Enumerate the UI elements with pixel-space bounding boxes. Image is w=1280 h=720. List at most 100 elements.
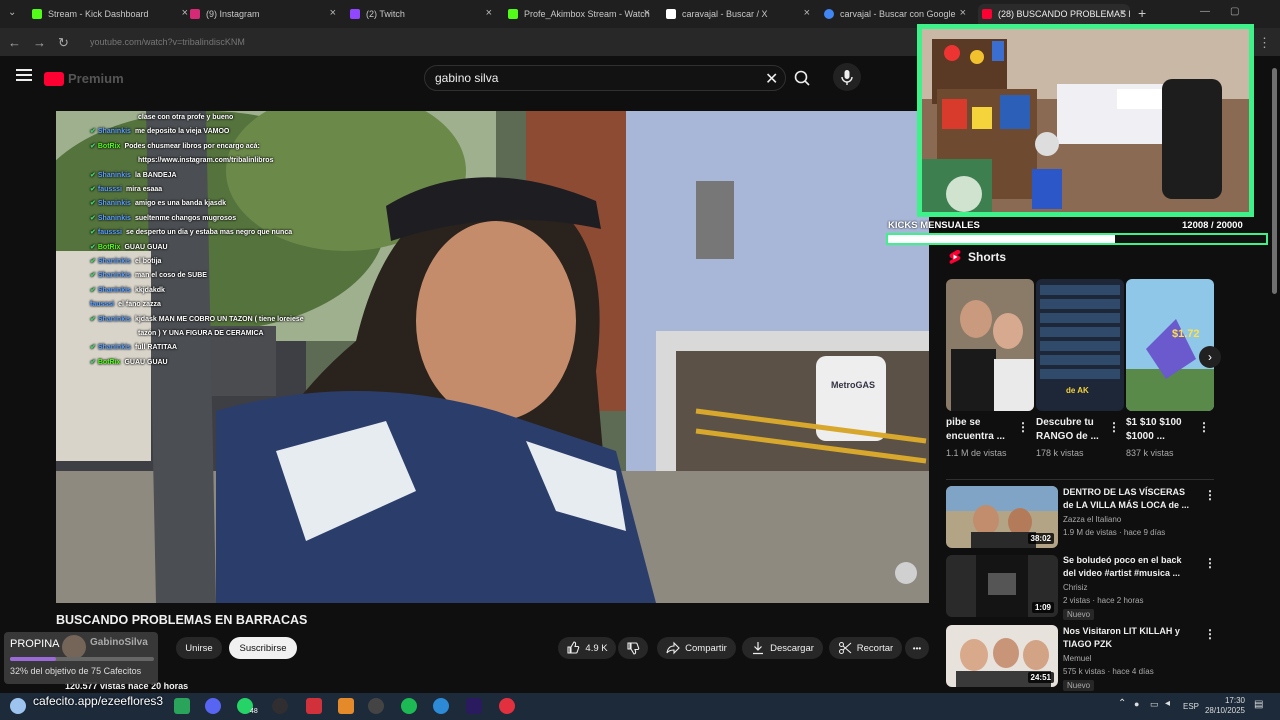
dislike-button[interactable] xyxy=(618,637,648,659)
search-button[interactable] xyxy=(786,65,818,91)
video-duration: 1:09 xyxy=(1031,602,1054,613)
more-actions-button[interactable]: ••• xyxy=(905,637,929,659)
tab-label: carvajal - Buscar con Google xyxy=(840,9,956,19)
app-icon[interactable] xyxy=(174,698,190,714)
related-video-thumbnail[interactable]: 24:51 xyxy=(946,625,1058,687)
related-video-thumbnail[interactable]: 38:02 xyxy=(946,486,1058,548)
short-thumbnail[interactable] xyxy=(946,279,1034,411)
tray-chevron-icon[interactable]: ⌃ xyxy=(1118,698,1126,709)
clear-icon[interactable]: ✕ xyxy=(765,69,778,89)
tab-kick-dashboard[interactable]: Stream - Kick Dashboard × xyxy=(32,4,192,24)
download-button[interactable]: Descargar xyxy=(742,637,823,659)
browser-menu-icon[interactable]: ⋮ xyxy=(1258,35,1271,51)
tab-youtube-active[interactable]: (28) BUSCANDO PROBLEMAS E × xyxy=(978,4,1130,24)
app-icon[interactable] xyxy=(499,698,515,714)
like-button[interactable]: 4.9 K xyxy=(558,637,616,659)
related-video-thumbnail[interactable]: 1:09 xyxy=(946,555,1058,617)
search-input[interactable]: gabino silva xyxy=(435,71,498,85)
app-icon[interactable] xyxy=(338,698,354,714)
notifications-icon[interactable]: ▤ xyxy=(1254,699,1263,710)
video-player[interactable]: MetroGAS clase con otra profe y bueno ✔ Sh… xyxy=(56,111,929,603)
search-box[interactable]: gabino silva ✕ xyxy=(424,65,786,91)
video-title: BUSCANDO PROBLEMAS EN BARRACAS xyxy=(56,613,308,627)
network-icon[interactable]: ▭ xyxy=(1150,699,1159,710)
close-icon[interactable]: × xyxy=(960,7,966,19)
video-frame: MetroGAS xyxy=(56,111,929,603)
join-button[interactable]: Unirse xyxy=(176,637,222,659)
close-icon[interactable]: × xyxy=(486,7,492,19)
related-video-channel[interactable]: Zazza el Italiano xyxy=(1063,515,1121,524)
chat-message: ✔ BotRix GUAU GUAU xyxy=(90,358,168,367)
close-icon[interactable]: × xyxy=(182,7,188,19)
mic-button[interactable] xyxy=(833,63,861,91)
menu-icon[interactable] xyxy=(16,69,32,81)
related-video-channel[interactable]: Chrisiz xyxy=(1063,583,1087,592)
kicks-progress-bar xyxy=(886,233,1268,245)
scroll-thumb[interactable] xyxy=(1272,68,1277,294)
chevron-right-icon[interactable]: › xyxy=(1199,346,1221,368)
related-video-channel[interactable]: Memuel xyxy=(1063,654,1091,663)
video-duration: 24:51 xyxy=(1027,672,1054,683)
verified-check-icon: ✔ xyxy=(90,229,96,237)
page-scrollbar[interactable] xyxy=(1270,56,1280,693)
back-icon[interactable]: ← xyxy=(8,35,21,50)
close-icon[interactable]: × xyxy=(1120,7,1126,19)
kebab-icon[interactable]: ⋮ xyxy=(1204,488,1216,502)
forward-icon[interactable]: → xyxy=(33,35,46,50)
related-video-title[interactable]: Se boludeó poco en el back del video #ar… xyxy=(1063,554,1195,580)
kebab-icon[interactable]: ⋮ xyxy=(1204,627,1216,641)
kebab-icon[interactable]: ⋮ xyxy=(1108,420,1120,434)
volume-icon[interactable]: ◂ xyxy=(1165,698,1170,709)
mic-tray-icon[interactable]: ● xyxy=(1134,699,1139,709)
tab-instagram[interactable]: (9) Instagram × xyxy=(190,4,340,24)
chat-message: ✔ fausssi se desperto un dia y estaba mas … xyxy=(90,228,292,237)
verified-check-icon: ✔ xyxy=(90,171,96,179)
kebab-icon[interactable]: ⋮ xyxy=(1204,556,1216,570)
reload-icon[interactable]: ↻ xyxy=(58,35,69,51)
language-indicator[interactable]: ESP xyxy=(1183,702,1199,711)
close-icon[interactable]: × xyxy=(644,7,650,19)
share-button[interactable]: Compartir xyxy=(657,637,736,659)
close-icon[interactable]: × xyxy=(804,7,810,19)
youtube-logo[interactable]: Premium xyxy=(44,71,124,86)
short-thumb-image: $1.72 xyxy=(1126,279,1214,411)
kicks-progress-fill xyxy=(888,235,1115,243)
youtube-logo-icon xyxy=(44,71,64,86)
minimize-icon[interactable]: — xyxy=(1200,6,1210,17)
premiere-icon[interactable] xyxy=(466,698,482,714)
related-video-title[interactable]: DENTRO DE LAS VÍSCERAS de LA VILLA MÁS L… xyxy=(1063,486,1195,512)
obs-icon[interactable] xyxy=(272,698,288,714)
tab-profe-akimbox[interactable]: Profe_Akimbox Stream - Watch × xyxy=(508,4,654,24)
kicks-label: KICKS MENSUALES xyxy=(888,220,980,231)
close-icon[interactable]: × xyxy=(330,7,336,19)
subscribe-button[interactable]: Suscribirse xyxy=(229,637,297,659)
short-thumbnail[interactable]: $1.72 xyxy=(1126,279,1214,411)
short-thumbnail[interactable]: de AK xyxy=(1036,279,1124,411)
related-video-title[interactable]: Nos Visitaron LIT KILLAH y TIAGO PZK xyxy=(1063,625,1195,651)
tab-list-button[interactable]: ⌄ xyxy=(8,7,16,18)
app-icon[interactable] xyxy=(368,698,384,714)
discord-icon[interactable] xyxy=(205,698,221,714)
start-icon[interactable] xyxy=(10,698,26,714)
kebab-icon[interactable]: ⋮ xyxy=(1198,420,1210,434)
download-label: Descargar xyxy=(770,642,814,654)
tab-twitch[interactable]: (2) Twitch × xyxy=(350,4,496,24)
short-title[interactable]: $1 $10 $100 $1000 ... xyxy=(1126,416,1198,444)
chat-username: Shaninkis xyxy=(97,171,131,179)
address-bar[interactable]: youtube.com/watch?v=tribalindiscKNM xyxy=(90,37,245,47)
clip-button[interactable]: Recortar xyxy=(829,637,902,659)
new-tab-button[interactable]: + xyxy=(1138,5,1146,21)
short-title[interactable]: Descubre tu RANGO de ... xyxy=(1036,416,1108,444)
short-title[interactable]: pibe se encuentra ... xyxy=(946,416,1018,444)
chat-text: la BANDEJA xyxy=(134,171,177,179)
tab-x-search[interactable]: caravajal - Buscar / X × xyxy=(666,4,814,24)
spotify-icon[interactable] xyxy=(401,698,417,714)
scissors-icon xyxy=(838,642,852,654)
app-icon[interactable] xyxy=(433,698,449,714)
maximize-icon[interactable]: ▢ xyxy=(1230,6,1239,17)
clock[interactable]: 17:30 28/10/2025 xyxy=(1203,696,1245,716)
app-icon[interactable] xyxy=(306,698,322,714)
kebab-icon[interactable]: ⋮ xyxy=(1017,420,1029,434)
verified-check-icon: ✔ xyxy=(90,258,96,265)
tab-google-search[interactable]: carvajal - Buscar con Google × xyxy=(824,4,970,24)
